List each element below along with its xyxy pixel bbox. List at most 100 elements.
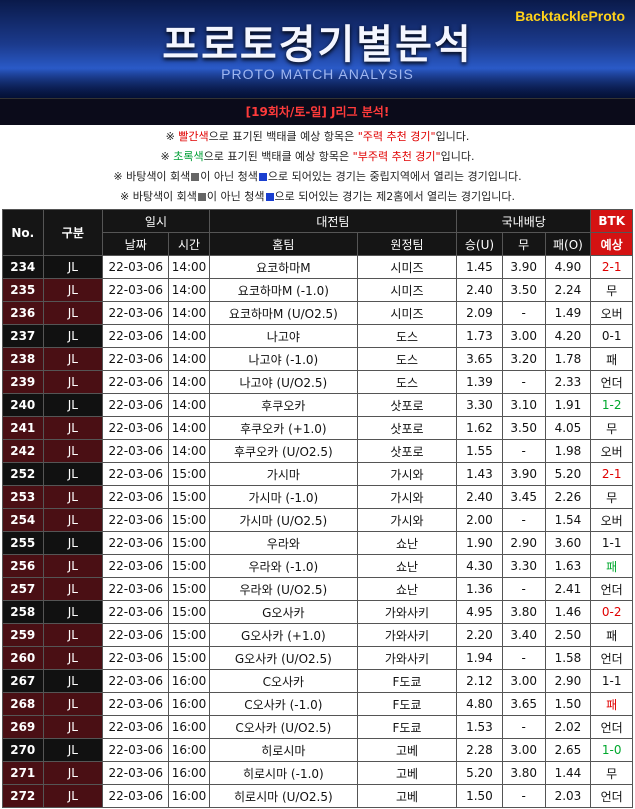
prediction-cell: 언더 [590, 784, 633, 808]
match-number: 270 [2, 738, 44, 762]
table-row[interactable]: 240 JL 22-03-06 14:00 후쿠오카 삿포로 3.30 3.10 1.91 1-2 [2, 393, 633, 417]
time-cell: 15:00 [168, 485, 210, 509]
odds-draw-cell: 3.80 [501, 761, 546, 785]
date-cell: 22-03-06 [102, 600, 170, 624]
backtackle-logo[interactable]: BacktackleProto [515, 8, 625, 24]
date-cell: 22-03-06 [102, 738, 170, 762]
table-row[interactable]: 237 JL 22-03-06 14:00 나고야 도스 1.73 3.00 4.20 0-1 [2, 324, 633, 348]
home-team-cell: 나고야 (-1.0) [208, 347, 358, 371]
match-number: 256 [2, 554, 44, 578]
table-row[interactable]: 253 JL 22-03-06 15:00 가시마 (-1.0) 가시와 2.40 3.45 2… [2, 485, 633, 509]
odds-draw-cell: - [501, 370, 546, 394]
prediction-cell: 0-1 [590, 324, 633, 348]
odds-draw-cell: 3.10 [501, 393, 546, 417]
blue-square-icon: ■ [265, 193, 274, 201]
table-row[interactable]: 252 JL 22-03-06 15:00 가시마 가시와 1.43 3.90 5.20 2-1 [2, 462, 633, 486]
league-cell: JL [42, 255, 104, 279]
header-win: 승(U) [456, 232, 503, 256]
date-cell: 22-03-06 [102, 301, 170, 325]
odds-lose-cell: 1.49 [544, 301, 592, 325]
table-row[interactable]: 236 JL 22-03-06 14:00 요코하마M (U/O2.5) 시미즈 2.09-… [2, 301, 633, 325]
odds-draw-cell: - [501, 784, 546, 808]
table-row[interactable]: 256 JL 22-03-06 15:00 우라와 (-1.0) 쇼난 4.30 3.30 1.… [2, 554, 633, 578]
date-cell: 22-03-06 [102, 416, 170, 440]
match-number: 252 [2, 462, 44, 486]
odds-lose-cell: 2.02 [544, 715, 592, 739]
match-number: 259 [2, 623, 44, 647]
odds-win-cell: 1.50 [456, 784, 503, 808]
home-team-cell: G오사카 [208, 600, 358, 624]
odds-lose-cell: 2.33 [544, 370, 592, 394]
date-cell: 22-03-06 [102, 393, 170, 417]
table-row[interactable]: 267 JL 22-03-06 16:00 C오사카 F도쿄 2.12 3.00 2.90 1-1 [2, 669, 633, 693]
odds-draw-cell: 3.30 [501, 554, 546, 578]
table-row[interactable]: 258 JL 22-03-06 15:00 G오사카 가와사키 4.95 3.80 1.46 0-… [2, 600, 633, 624]
match-number: 242 [2, 439, 44, 463]
table-row[interactable]: 260 JL 22-03-06 15:00 G오사카 (U/O2.5) 가와사키 1.94-… [2, 646, 633, 670]
odds-win-cell: 1.45 [456, 255, 503, 279]
header-draw: 무 [501, 232, 546, 256]
prediction-cell: 0-2 [590, 600, 633, 624]
table-row[interactable]: 254 JL 22-03-06 15:00 가시마 (U/O2.5) 가시와 2.00-1.… [2, 508, 633, 532]
away-team-cell: 가와사키 [356, 646, 458, 670]
prediction-cell: 무 [590, 761, 633, 785]
home-team-cell: 후쿠오카 (U/O2.5) [208, 439, 358, 463]
home-team-cell: 나고야 (U/O2.5) [208, 370, 358, 394]
table-row[interactable]: 268 JL 22-03-06 16:00 C오사카 (-1.0) F도쿄 4.80 3.65… [2, 692, 633, 716]
table-row[interactable]: 272 JL 22-03-06 16:00 히로시마 (U/O2.5) 고베 1.50-2.… [2, 784, 633, 808]
odds-win-cell: 1.94 [456, 646, 503, 670]
league-cell: JL [42, 347, 104, 371]
header-home: 홈팀 [208, 232, 358, 256]
note-text: 으로 되어있는 경기는 제2홈에서 열리는 경기입니다. [274, 190, 516, 203]
league-cell: JL [42, 692, 104, 716]
table-row[interactable]: 234 JL 22-03-06 14:00 요코하마M 시미즈 1.45 3.90 4.90 2-… [2, 255, 633, 279]
table-row[interactable]: 271 JL 22-03-06 16:00 히로시마 (-1.0) 고베 5.20 3.80 1… [2, 761, 633, 785]
table-row[interactable]: 270 JL 22-03-06 16:00 히로시마 고베 2.28 3.00 2.65 1-0 [2, 738, 633, 762]
league-cell: JL [42, 784, 104, 808]
league-cell: JL [42, 738, 104, 762]
date-cell: 22-03-06 [102, 439, 170, 463]
prediction-cell: 언더 [590, 646, 633, 670]
prediction-cell: 패 [590, 692, 633, 716]
date-cell: 22-03-06 [102, 255, 170, 279]
league-cell: JL [42, 715, 104, 739]
table-row[interactable]: 269 JL 22-03-06 16:00 C오사카 (U/O2.5) F도쿄 1.53-2… [2, 715, 633, 739]
away-team-cell: 도스 [356, 324, 458, 348]
odds-draw-cell: - [501, 646, 546, 670]
league-cell: JL [42, 301, 104, 325]
match-number: 255 [2, 531, 44, 555]
header-pred: 예상 [590, 232, 633, 256]
odds-win-cell: 3.65 [456, 347, 503, 371]
table-row[interactable]: 241 JL 22-03-06 14:00 후쿠오카 (+1.0) 삿포로 1.62 3.50… [2, 416, 633, 440]
odds-draw-cell: - [501, 301, 546, 325]
home-team-cell: 가시마 (U/O2.5) [208, 508, 358, 532]
date-cell: 22-03-06 [102, 278, 170, 302]
table-row[interactable]: 235 JL 22-03-06 14:00 요코하마M (-1.0) 시미즈 2.40 3.5… [2, 278, 633, 302]
banner-subtitle: PROTO MATCH ANALYSIS [221, 66, 414, 82]
gray-square-icon: ■ [197, 193, 206, 201]
odds-lose-cell: 1.50 [544, 692, 592, 716]
away-team-cell: 시미즈 [356, 278, 458, 302]
table-row[interactable]: 255 JL 22-03-06 15:00 우라와 쇼난 1.90 2.90 3.60 1-1 [2, 531, 633, 555]
time-cell: 14:00 [168, 439, 210, 463]
odds-draw-cell: 2.90 [501, 531, 546, 555]
time-cell: 14:00 [168, 324, 210, 348]
odds-lose-cell: 2.41 [544, 577, 592, 601]
table-row[interactable]: 259 JL 22-03-06 15:00 G오사카 (+1.0) 가와사키 2.20 3.4… [2, 623, 633, 647]
odds-lose-cell: 2.65 [544, 738, 592, 762]
league-cell: JL [42, 554, 104, 578]
odds-draw-cell: 3.65 [501, 692, 546, 716]
table-row[interactable]: 239 JL 22-03-06 14:00 나고야 (U/O2.5) 도스 1.39-2.3… [2, 370, 633, 394]
table-row[interactable]: 257 JL 22-03-06 15:00 우라와 (U/O2.5) 쇼난 1.36-2.4… [2, 577, 633, 601]
note-text: 으로 표기된 백태클 예상 항목은 [203, 150, 353, 163]
date-cell: 22-03-06 [102, 692, 170, 716]
table-row[interactable]: 238 JL 22-03-06 14:00 나고야 (-1.0) 도스 3.65 3.20 1.… [2, 347, 633, 371]
table-row[interactable]: 242 JL 22-03-06 14:00 후쿠오카 (U/O2.5) 삿포로 1.55-1… [2, 439, 633, 463]
note-text: ※ 바탕색이 회색 [113, 170, 191, 183]
league-cell: JL [42, 370, 104, 394]
header-ilsi: 일시 [102, 209, 210, 233]
home-team-cell: 가시마 [208, 462, 358, 486]
home-team-cell: 후쿠오카 [208, 393, 358, 417]
match-number: 253 [2, 485, 44, 509]
league-cell: JL [42, 761, 104, 785]
